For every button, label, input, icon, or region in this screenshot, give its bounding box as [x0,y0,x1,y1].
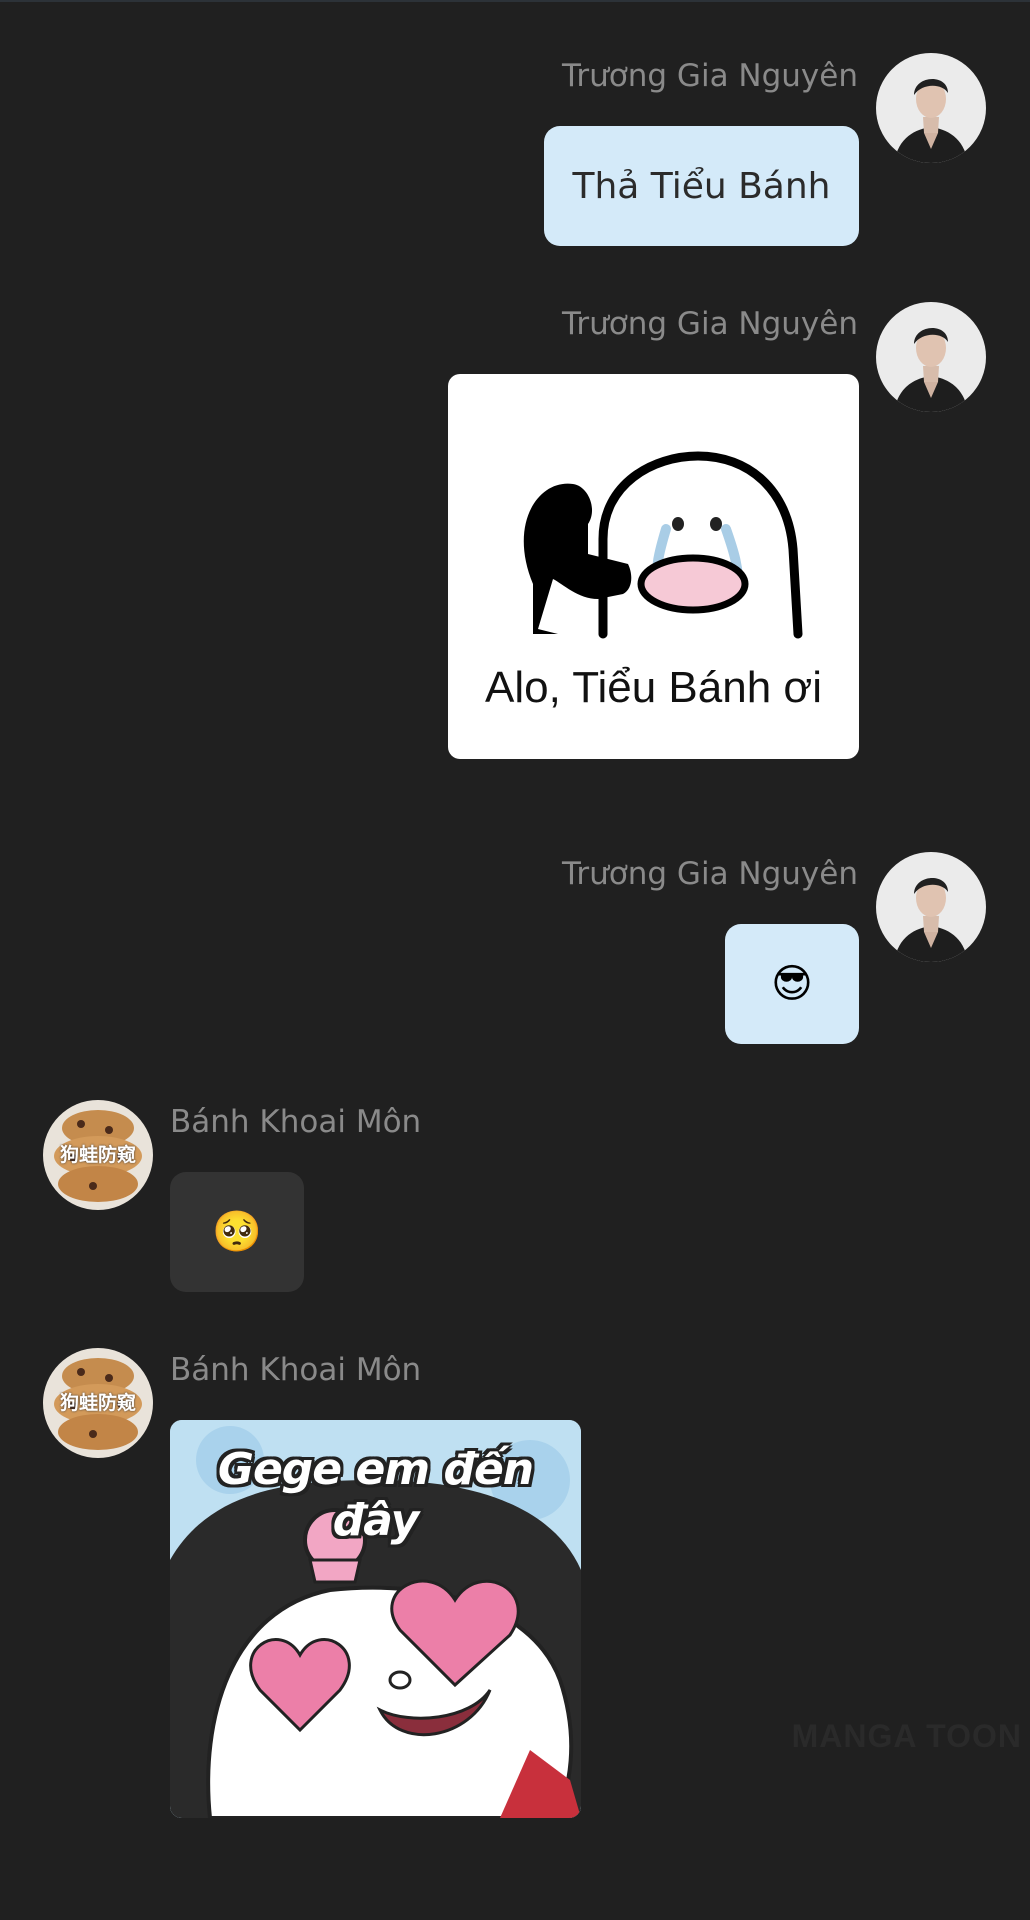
avatar-truong-gia-nguyen[interactable] [876,302,986,412]
message-bubble[interactable]: 😎 [725,924,859,1044]
man-portrait-avatar-icon [876,852,986,962]
sticker-caption: Alo, Tiểu Bánh ơi [484,663,823,712]
top-divider [0,0,1030,2]
message-bubble[interactable]: 🥺 [170,1172,304,1292]
avatar-overlay-text: 狗蛙防窥 [59,1144,136,1166]
pleading-face-emoji-icon: 🥺 [212,1209,262,1255]
message-text: Thả Tiểu Bánh [572,165,831,207]
man-portrait-avatar-icon [876,53,986,163]
avatar-truong-gia-nguyen[interactable] [876,53,986,163]
avatar-overlay-text: 狗蛙防窥 [59,1392,136,1414]
avatar-truong-gia-nguyen[interactable] [876,852,986,962]
sender-name: Trương Gia Nguyên [562,856,858,892]
sunglasses-emoji-icon: 😎 [771,961,813,1007]
avatar-banh-khoai-mon[interactable]: 狗蛙防窥 [43,1348,153,1458]
sender-name: Bánh Khoai Môn [170,1352,422,1388]
watermark-logo: MANGA TOON [791,1718,1022,1754]
man-portrait-avatar-icon [876,302,986,412]
sticker-message[interactable]: Alo, Tiểu Bánh ơi [448,374,859,759]
sender-name: Trương Gia Nguyên [562,306,858,342]
sticker-caption: Gege em đến đây [217,1444,534,1546]
sender-name: Trương Gia Nguyên [562,58,858,94]
sticker-message[interactable]: Gege em đến đây [170,1420,581,1818]
message-bubble[interactable]: Thả Tiểu Bánh [544,126,859,246]
sender-name: Bánh Khoai Môn [170,1104,422,1140]
avatar-banh-khoai-mon[interactable]: 狗蛙防窥 [43,1100,153,1210]
